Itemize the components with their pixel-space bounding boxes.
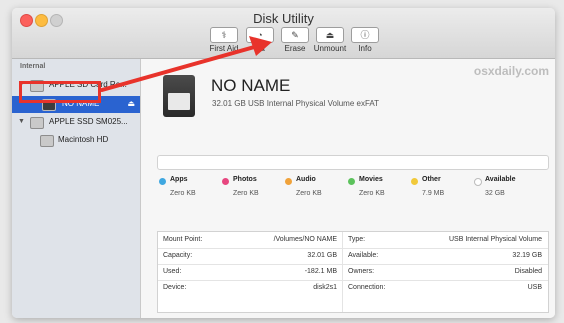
annotation-arrow <box>100 36 272 92</box>
